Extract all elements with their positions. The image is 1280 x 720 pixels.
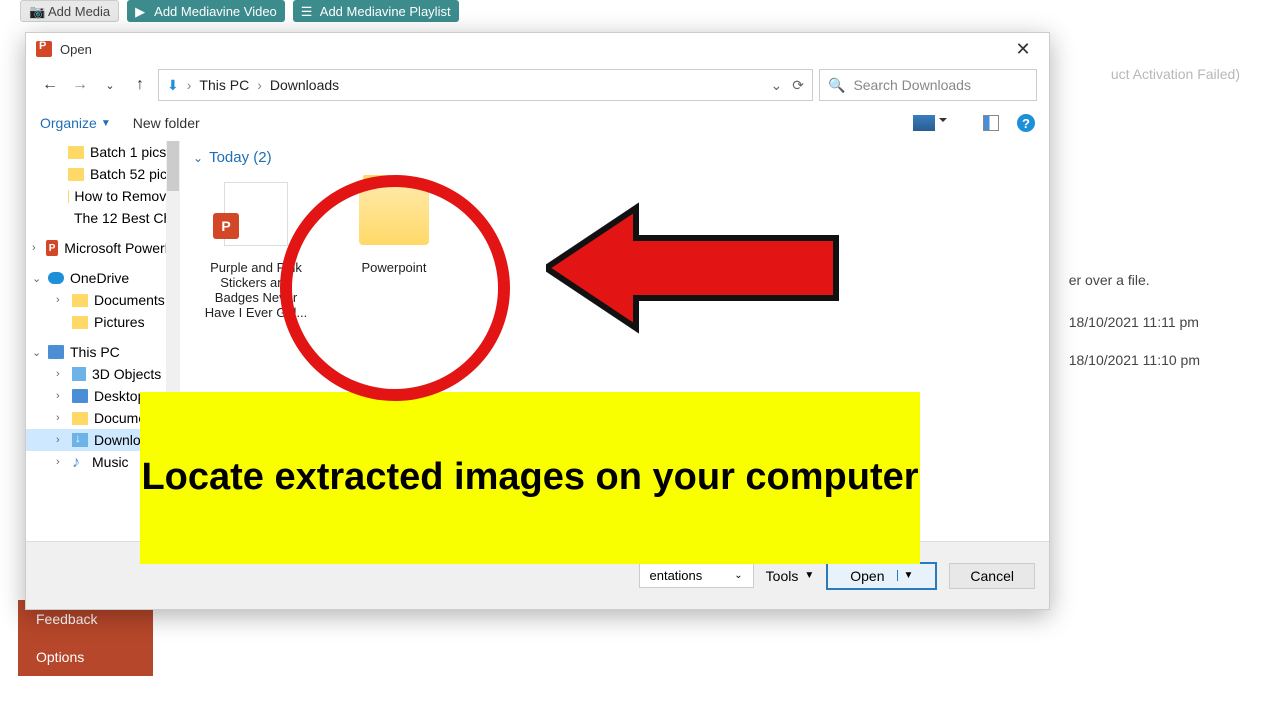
folder-icon xyxy=(68,146,84,159)
tree-best[interactable]: The 12 Best Chal xyxy=(26,207,180,229)
timestamp-2: 18/10/2021 11:10 pm xyxy=(1069,352,1200,368)
chevron-right-icon: › xyxy=(32,242,40,254)
close-icon[interactable]: ✕ xyxy=(1007,33,1039,65)
tree-documents[interactable]: ›Documents xyxy=(26,289,180,311)
chevron-down-icon: ⌄ xyxy=(193,151,203,165)
annotation-arrow xyxy=(546,198,846,338)
up-button[interactable]: ↑ xyxy=(128,73,152,97)
timestamp-1: 18/10/2021 11:11 pm xyxy=(1069,314,1200,330)
view-options-button[interactable] xyxy=(913,115,935,131)
folder-icon xyxy=(72,316,88,329)
add-media-button[interactable]: 📷 Add Media xyxy=(20,0,119,22)
new-folder-button[interactable]: New folder xyxy=(133,115,200,131)
breadcrumb-downloads[interactable]: Downloads xyxy=(270,77,339,93)
tree-pictures[interactable]: Pictures xyxy=(26,311,180,333)
chevron-right-icon: › xyxy=(56,412,66,424)
forward-button[interactable]: → xyxy=(68,73,92,97)
address-bar[interactable]: ⬇ › This PC › Downloads ⌄ ⟳ xyxy=(158,69,813,101)
chevron-down-icon: ▼ xyxy=(804,570,814,581)
folder-icon xyxy=(359,183,429,245)
file-label: Powerpoint xyxy=(339,260,449,275)
play-icon: ▶ xyxy=(135,4,149,18)
powerpoint-icon: P xyxy=(213,213,239,239)
down-arrow-icon: ⬇ xyxy=(167,77,179,94)
sidebar-options[interactable]: Options xyxy=(18,638,153,676)
chevron-right-icon: › xyxy=(56,434,66,446)
file-ppt[interactable]: P Purple and Pink Stickers and Badges Ne… xyxy=(201,174,311,320)
chevron-right-icon: › xyxy=(56,390,66,402)
folder-icon xyxy=(68,168,84,181)
add-playlist-button[interactable]: ☰ Add Mediavine Playlist xyxy=(293,0,459,22)
recent-dropdown[interactable]: ⌄ xyxy=(98,73,122,97)
onedrive-icon xyxy=(48,272,64,284)
tools-button[interactable]: Tools ▼ xyxy=(766,568,815,584)
app-sidebar: Feedback Options xyxy=(18,600,153,676)
open-dropdown[interactable]: ▼ xyxy=(897,570,914,581)
music-icon: ♪ xyxy=(72,454,86,470)
help-icon[interactable]: ? xyxy=(1017,114,1035,132)
annotation-callout: Locate extracted images on your computer xyxy=(140,392,920,564)
addr-sep: › xyxy=(257,77,262,93)
back-button[interactable]: ← xyxy=(38,73,62,97)
media-icon: 📷 xyxy=(29,4,43,18)
search-icon: 🔍 xyxy=(828,77,845,94)
refresh-button[interactable]: ⟳ xyxy=(792,77,804,94)
chevron-down-icon: ⌄ xyxy=(32,272,42,285)
chevron-right-icon: › xyxy=(56,294,66,306)
chevron-right-icon: › xyxy=(56,456,66,468)
tree-batch52[interactable]: Batch 52 pics xyxy=(26,163,180,185)
tree-thispc[interactable]: ⌄This PC xyxy=(26,341,180,363)
tree-mspp[interactable]: ›PMicrosoft PowerP xyxy=(26,237,180,259)
folder-icon xyxy=(72,294,88,307)
powerpoint-icon: P xyxy=(46,240,58,256)
history-dropdown[interactable]: ⌄ xyxy=(771,77,783,94)
group-today[interactable]: ⌄ Today (2) xyxy=(193,149,1037,166)
tree-batch1[interactable]: Batch 1 pics xyxy=(26,141,180,163)
objects3d-icon xyxy=(72,367,86,381)
search-input[interactable]: 🔍 Search Downloads xyxy=(819,69,1037,101)
downloads-icon xyxy=(72,433,88,447)
chevron-down-icon: ⌄ xyxy=(32,346,42,359)
chevron-down-icon: ▼ xyxy=(101,118,111,129)
tree-3dobjects[interactable]: ›3D Objects xyxy=(26,363,180,385)
documents-icon xyxy=(72,412,88,425)
pc-icon xyxy=(48,345,64,359)
powerpoint-icon xyxy=(36,41,52,57)
hover-hint: er over a file. xyxy=(1069,272,1200,288)
breadcrumb-thispc[interactable]: This PC xyxy=(199,77,249,93)
activation-text: uct Activation Failed) xyxy=(1111,66,1240,82)
preview-pane-button[interactable] xyxy=(983,115,999,131)
chevron-down-icon: ⌄ xyxy=(734,570,742,581)
addr-sep: › xyxy=(187,77,192,93)
organize-button[interactable]: Organize ▼ xyxy=(40,115,111,131)
chevron-right-icon: › xyxy=(56,368,66,380)
desktop-icon xyxy=(72,389,88,403)
folder-powerpoint[interactable]: Powerpoint xyxy=(339,174,449,320)
add-video-button[interactable]: ▶ Add Mediavine Video xyxy=(127,0,285,22)
filetype-select[interactable]: entations ⌄ xyxy=(639,563,754,588)
playlist-icon: ☰ xyxy=(301,4,315,18)
file-label: Purple and Pink Stickers and Badges Neve… xyxy=(201,260,311,320)
dialog-title: Open xyxy=(60,42,1007,57)
tree-howto[interactable]: How to Remove xyxy=(26,185,180,207)
cancel-button[interactable]: Cancel xyxy=(949,563,1035,589)
open-button[interactable]: Open ▼ xyxy=(826,562,937,590)
tree-onedrive[interactable]: ⌄OneDrive xyxy=(26,267,180,289)
